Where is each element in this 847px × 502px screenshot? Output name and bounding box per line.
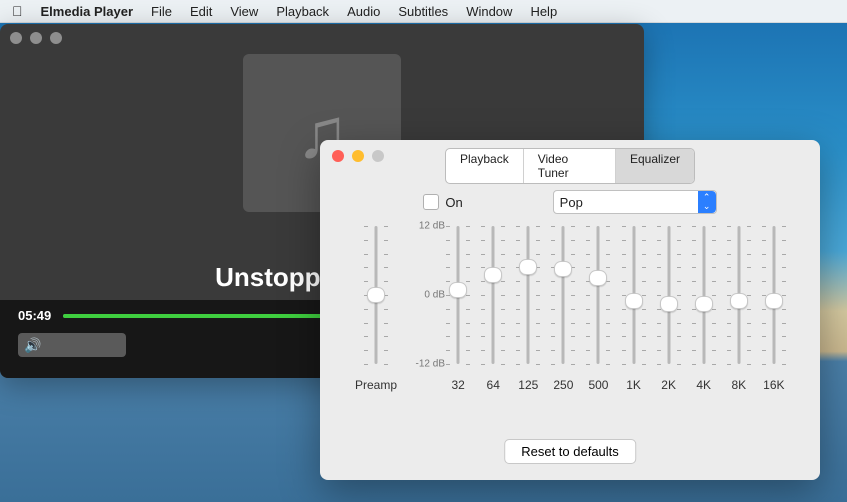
eq-slider-125[interactable] <box>516 226 540 364</box>
eq-sliders: Preamp 32 64 125 250 500 1K 2K 4K 8K 16K <box>360 226 790 392</box>
eq-band-label: 8K <box>731 378 746 392</box>
eq-slider-8k[interactable] <box>727 226 751 364</box>
eq-slider-16k[interactable] <box>762 226 786 364</box>
eq-close-button[interactable] <box>332 150 344 162</box>
menubar-appname[interactable]: Elmedia Player <box>41 4 134 19</box>
eq-band-8k: 8K <box>723 226 755 392</box>
apple-menu[interactable]:  <box>12 3 23 19</box>
eq-band-500: 500 <box>582 226 614 392</box>
eq-tabs: Playback Video Tuner Equalizer <box>445 148 695 184</box>
eq-slider-64[interactable] <box>481 226 505 364</box>
slider-thumb[interactable] <box>730 293 748 309</box>
eq-slider-2k[interactable] <box>657 226 681 364</box>
time-elapsed: 05:49 <box>18 308 51 323</box>
slider-thumb[interactable] <box>484 267 502 283</box>
eq-band-label: Preamp <box>355 378 397 392</box>
reset-defaults-button[interactable]: Reset to defaults <box>504 439 636 464</box>
menu-edit[interactable]: Edit <box>190 4 212 19</box>
eq-slider-1k[interactable] <box>622 226 646 364</box>
eq-band-label: 2K <box>661 378 676 392</box>
eq-band-label: 4K <box>696 378 711 392</box>
eq-band-preamp: Preamp <box>360 226 392 392</box>
eq-band-label: 125 <box>518 378 538 392</box>
checkbox-icon <box>423 194 439 210</box>
slider-thumb[interactable] <box>589 270 607 286</box>
slider-thumb[interactable] <box>695 296 713 312</box>
eq-band-label: 250 <box>553 378 573 392</box>
preset-value: Pop <box>560 195 583 210</box>
menubar:  Elmedia Player File Edit View Playback… <box>0 0 847 23</box>
tab-video-tuner[interactable]: Video Tuner <box>524 149 616 183</box>
equalizer-window: Playback Video Tuner Equalizer On Pop ⌃⌄… <box>320 140 820 480</box>
eq-minimize-button[interactable] <box>352 150 364 162</box>
player-traffic-lights <box>10 32 62 44</box>
slider-thumb[interactable] <box>519 259 537 275</box>
menu-audio[interactable]: Audio <box>347 4 380 19</box>
eq-on-label: On <box>445 195 462 210</box>
slider-thumb[interactable] <box>625 293 643 309</box>
eq-traffic-lights <box>332 150 384 162</box>
eq-slider-500[interactable] <box>586 226 610 364</box>
minimize-button[interactable] <box>30 32 42 44</box>
eq-slider-4k[interactable] <box>692 226 716 364</box>
slider-thumb[interactable] <box>660 296 678 312</box>
preset-select[interactable]: Pop ⌃⌄ <box>553 190 717 214</box>
tab-equalizer[interactable]: Equalizer <box>616 149 694 183</box>
volume-slider[interactable]: 🔊 <box>18 333 126 357</box>
eq-band-label: 64 <box>487 378 500 392</box>
slider-thumb[interactable] <box>554 261 572 277</box>
volume-icon: 🔊 <box>24 337 41 354</box>
eq-band-label: 1K <box>626 378 641 392</box>
eq-band-2k: 2K <box>653 226 685 392</box>
slider-thumb[interactable] <box>367 287 385 303</box>
menu-help[interactable]: Help <box>530 4 557 19</box>
eq-band-32: 32 <box>442 226 474 392</box>
menu-playback[interactable]: Playback <box>276 4 329 19</box>
menu-file[interactable]: File <box>151 4 172 19</box>
eq-slider-preamp[interactable] <box>364 226 388 364</box>
menu-subtitles[interactable]: Subtitles <box>398 4 448 19</box>
eq-band-250: 250 <box>547 226 579 392</box>
eq-slider-250[interactable] <box>551 226 575 364</box>
eq-band-label: 500 <box>588 378 608 392</box>
zoom-button[interactable] <box>50 32 62 44</box>
eq-band-label: 32 <box>451 378 464 392</box>
menu-window[interactable]: Window <box>466 4 512 19</box>
eq-band-1k: 1K <box>618 226 650 392</box>
menu-view[interactable]: View <box>230 4 258 19</box>
slider-thumb[interactable] <box>765 293 783 309</box>
eq-zoom-button[interactable] <box>372 150 384 162</box>
eq-on-checkbox[interactable]: On <box>423 194 462 210</box>
close-button[interactable] <box>10 32 22 44</box>
eq-band-64: 64 <box>477 226 509 392</box>
eq-band-label: 16K <box>763 378 784 392</box>
slider-thumb[interactable] <box>449 282 467 298</box>
eq-band-125: 125 <box>512 226 544 392</box>
tab-playback[interactable]: Playback <box>446 149 524 183</box>
eq-slider-32[interactable] <box>446 226 470 364</box>
chevron-updown-icon: ⌃⌄ <box>698 191 716 213</box>
eq-band-16k: 16K <box>758 226 790 392</box>
eq-band-4k: 4K <box>688 226 720 392</box>
